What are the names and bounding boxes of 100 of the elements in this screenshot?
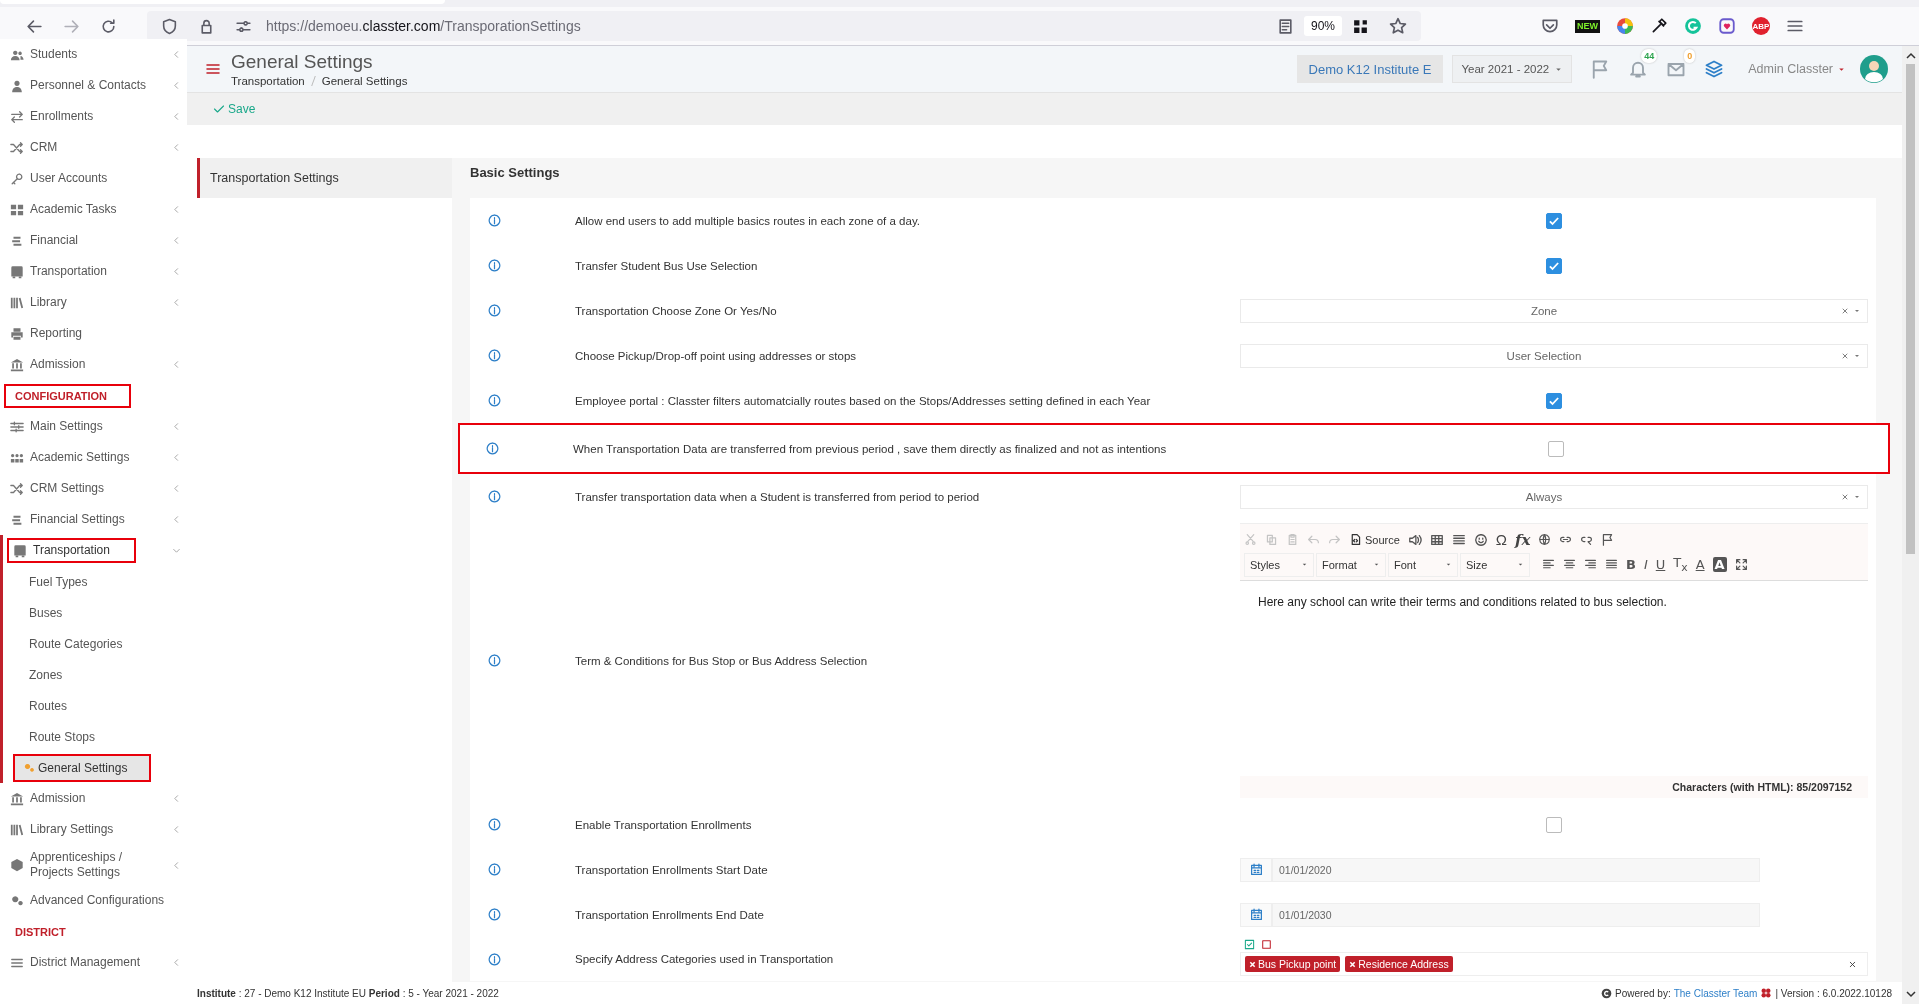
calendar-button[interactable] [1240, 857, 1272, 882]
close-icon[interactable] [1848, 959, 1857, 969]
date-field[interactable]: 01/01/2030 [1272, 902, 1760, 927]
tag[interactable]: Bus Pickup point [1245, 956, 1341, 972]
tiles-icon[interactable] [1352, 17, 1369, 35]
sidebar-item[interactable]: Advanced Configurations [4, 888, 171, 913]
source-button[interactable]: Source [1349, 533, 1400, 546]
close-icon[interactable] [1841, 492, 1849, 501]
settings-tab[interactable]: Transportation Settings [197, 158, 452, 198]
table-icon[interactable] [1429, 532, 1444, 547]
align-center-icon[interactable] [1563, 558, 1576, 571]
extension-badge[interactable]: NEW [1575, 19, 1600, 33]
url-text[interactable]: https://demoeu.classter.com/TransporationSettings [266, 18, 581, 34]
sidebar-item[interactable]: Main Settings [4, 414, 109, 439]
sidebar-item[interactable]: Financial Settings [4, 507, 131, 532]
color-wheel-icon[interactable] [1616, 17, 1634, 35]
select-field[interactable]: Always [1240, 484, 1868, 509]
select-field[interactable]: User Selection [1240, 343, 1868, 368]
lines-icon[interactable] [1451, 532, 1466, 547]
dropper-icon[interactable] [1650, 17, 1668, 35]
info-icon[interactable] [487, 214, 501, 227]
globe-icon[interactable] [1538, 533, 1552, 546]
sidebar-item[interactable]: CRM [4, 135, 64, 160]
toolbar-dropdown[interactable]: Styles [1244, 552, 1314, 577]
sidebar-item[interactable]: CRM Settings [4, 476, 111, 501]
reload-icon[interactable] [100, 17, 117, 35]
submenu-item[interactable]: Fuel Types [23, 567, 94, 596]
format-button[interactable]: T$_{x}$ [1673, 555, 1688, 574]
avatar[interactable] [1860, 55, 1888, 83]
star-icon[interactable] [1389, 17, 1407, 35]
breadcrumb-link[interactable]: Transportation [231, 75, 305, 87]
sidebar-item[interactable]: User Accounts [4, 166, 114, 191]
breadcrumb-link[interactable]: General Settings [321, 75, 408, 87]
info-icon[interactable] [487, 490, 501, 503]
submenu-item[interactable]: Routes [23, 691, 74, 720]
info-icon[interactable] [487, 863, 501, 876]
year-dropdown[interactable]: Year 2021 - 2022 [1452, 55, 1573, 83]
rich-text-editor[interactable]: Source Ω fx Styles Format Font Size B I U T$_{x}$ A A Here any school can write their terms and conditions related to bus selection. Characters (with HTML): 85/2097152 [1240, 523, 1868, 798]
info-icon[interactable] [485, 442, 499, 455]
bell-icon[interactable] [1628, 59, 1649, 79]
submenu-item[interactable]: General Settings [13, 753, 152, 782]
justify-icon[interactable] [1605, 558, 1618, 571]
sidebar-item[interactable]: Financial [4, 228, 85, 253]
maximize-icon[interactable] [1734, 558, 1748, 571]
pocket-icon[interactable] [1541, 17, 1559, 35]
checkbox[interactable] [1546, 257, 1562, 274]
scroll-down-icon[interactable] [1905, 990, 1916, 998]
checkbox[interactable] [1546, 212, 1562, 229]
clipboard-icon[interactable] [1286, 533, 1299, 546]
extension-icon[interactable] [1684, 17, 1702, 35]
submenu-item[interactable]: Buses [23, 598, 69, 627]
align-right-icon[interactable] [1584, 558, 1597, 571]
team-link[interactable]: The Classter Team [1673, 987, 1758, 999]
adblock-icon[interactable]: ABP [1752, 17, 1770, 35]
format-button[interactable]: U [1655, 557, 1666, 572]
sidebar-item[interactable]: Students [4, 42, 84, 67]
info-icon[interactable] [487, 394, 501, 407]
toolbar-dropdown[interactable]: Format [1316, 552, 1386, 577]
sidebar-item[interactable]: Academic Tasks [4, 197, 123, 222]
submenu-item[interactable]: Zones [23, 660, 69, 689]
info-icon[interactable] [487, 304, 501, 317]
select-field[interactable]: Zone [1240, 298, 1868, 323]
info-icon[interactable] [487, 654, 501, 667]
sidebar-item[interactable]: Library [4, 290, 73, 315]
checkbox[interactable] [1548, 440, 1564, 457]
omega-button[interactable]: Ω [1495, 531, 1508, 548]
back-icon[interactable] [26, 17, 43, 35]
smiley-icon[interactable] [1473, 532, 1488, 547]
sidebar-item[interactable]: Apprenticeships / Projects Settings [4, 845, 172, 885]
scroll-up-icon[interactable] [1905, 52, 1916, 60]
close-icon[interactable] [1841, 306, 1849, 315]
scrollbar[interactable] [1902, 46, 1919, 1004]
square-icon[interactable] [1261, 939, 1272, 950]
sidebar-item[interactable]: District Management [4, 950, 147, 975]
checkbox[interactable] [1546, 816, 1562, 833]
submenu-item[interactable]: Route Categories [23, 629, 129, 658]
sidebar-item[interactable]: Personnel & Contacts [4, 73, 153, 98]
date-field[interactable]: 01/01/2020 [1272, 857, 1760, 882]
calendar-button[interactable] [1240, 902, 1272, 927]
info-icon[interactable] [487, 953, 501, 966]
reader-icon[interactable] [1276, 17, 1294, 35]
toolbar-dropdown[interactable]: Size [1460, 552, 1530, 577]
tag[interactable]: Residence Address [1345, 956, 1453, 972]
info-icon[interactable] [487, 259, 501, 272]
info-icon[interactable] [487, 818, 501, 831]
checkbox[interactable] [1546, 392, 1562, 409]
flag-icon[interactable] [1601, 533, 1615, 546]
submenu-item[interactable]: Route Stops [23, 722, 102, 751]
layers-icon[interactable] [1704, 59, 1725, 79]
speaker-icon[interactable] [1407, 532, 1422, 547]
format-button[interactable]: A [1695, 557, 1705, 572]
info-icon[interactable] [487, 908, 501, 921]
formula-button[interactable]: fx [1515, 530, 1531, 549]
sidebar-item[interactable]: Admission [4, 352, 92, 377]
sidebar-item[interactable]: Enrollments [4, 104, 100, 129]
toolbar-dropdown[interactable]: Font [1388, 552, 1458, 577]
sidebar-item[interactable]: Admission [4, 786, 92, 811]
sidebar-item[interactable]: Transportation [7, 538, 136, 563]
format-button[interactable]: I [1643, 557, 1648, 572]
format-button[interactable]: B [1626, 557, 1636, 572]
